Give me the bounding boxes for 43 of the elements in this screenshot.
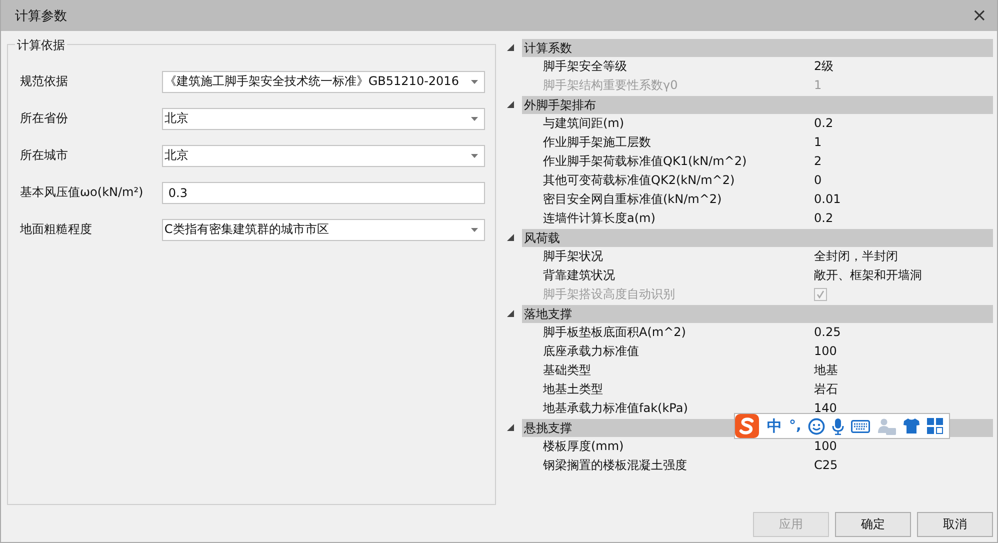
property-label: 脚手架状况	[543, 249, 604, 264]
property-value: 2	[814, 154, 822, 169]
property-label: 脚手板垫板底面积A(m^2)	[543, 325, 687, 340]
property-label: 钢梁搁置的楼板混凝土强度	[543, 458, 688, 473]
field-label: 规范依据	[20, 73, 69, 90]
field-label: 基本风压值ωo(kN/m²)	[20, 184, 144, 201]
property-value: 140	[814, 401, 837, 416]
property-label: 背靠建筑状况	[543, 268, 616, 283]
property-label: 连墙件计算长度a(m)	[543, 211, 656, 226]
property-label: 其他可变荷载标准值QK2(kN/m^2)	[543, 173, 736, 188]
property-label: 地基土类型	[543, 382, 604, 397]
property-label: 地基承载力标准值fak(kPa)	[543, 401, 689, 416]
property-value: 全封闭，半封闭	[814, 249, 898, 264]
property-value: 敞开、框架和开墙洞	[814, 268, 922, 283]
property-value: 0.2	[814, 116, 834, 131]
dialog-button: 应用	[753, 512, 829, 537]
group-title: 计算依据	[15, 37, 67, 54]
property-label: 密目安全网自重标准值(kN/m^2)	[543, 192, 723, 207]
field-label: 所在城市	[20, 147, 69, 164]
property-value: 100	[814, 439, 837, 454]
property-value: 0	[814, 173, 822, 188]
property-value: 0.25	[814, 325, 841, 340]
property-value: 100	[814, 344, 837, 359]
property-value: 2级	[814, 59, 834, 74]
property-label: 基础类型	[543, 363, 592, 378]
property-value: 1	[814, 135, 822, 150]
property-value: 1	[814, 78, 822, 93]
property-value: 岩石	[814, 382, 838, 397]
property-label: 楼板厚度(mm)	[543, 439, 625, 454]
property-label: 作业脚手架施工层数	[543, 135, 652, 150]
property-value: 0.01	[814, 192, 841, 207]
window-title: 计算参数	[15, 8, 67, 24]
property-label: 作业脚手架荷载标准值QK1(kN/m^2)	[543, 154, 748, 169]
field-label: 地面粗糙程度	[20, 221, 93, 238]
property-label: 底座承载力标准值	[543, 344, 640, 359]
property-value: 0.2	[814, 211, 834, 226]
property-label: 脚手架搭设高度自动识别	[543, 287, 676, 302]
property-label: 脚手架结构重要性系数γ0	[543, 78, 679, 93]
field-label: 所在省份	[20, 110, 69, 127]
property-label: 脚手架安全等级	[543, 59, 628, 74]
property-label: 与建筑间距(m)	[543, 116, 626, 131]
property-value: 地基	[814, 363, 838, 378]
property-value: C25	[814, 458, 838, 473]
